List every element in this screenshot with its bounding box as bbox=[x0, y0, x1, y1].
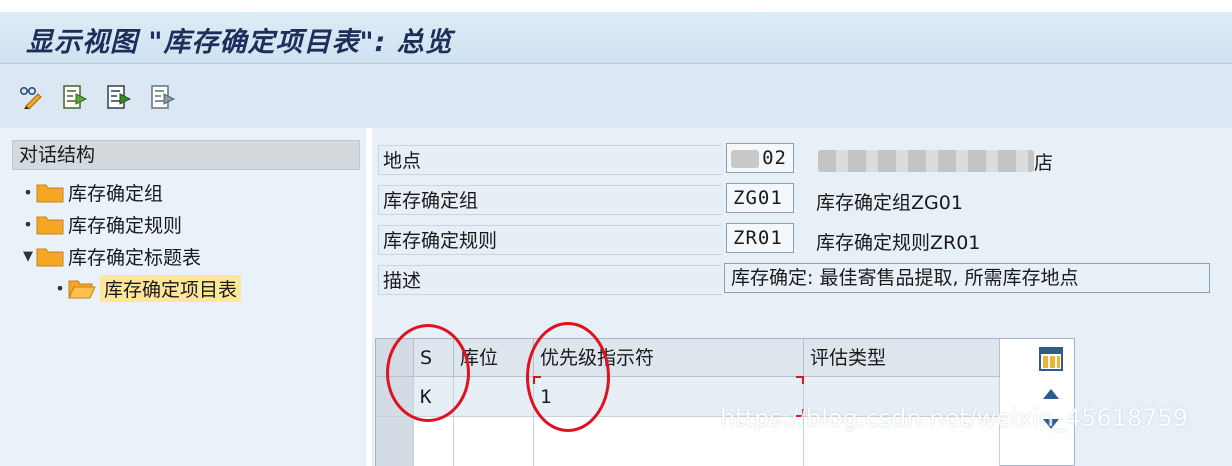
folder-icon bbox=[36, 184, 64, 203]
bullet-icon: • bbox=[23, 182, 33, 202]
watermark-text: https://blog.csdn.net/weixin_45618759 bbox=[720, 404, 1189, 432]
export-dark-icon[interactable] bbox=[106, 84, 132, 110]
stock-rule-label: 库存确定规则 bbox=[378, 225, 722, 255]
tree-item-label: 库存确定标题表 bbox=[68, 246, 202, 269]
focus-corner-icon bbox=[796, 376, 804, 384]
dialog-structure-pane: 对话结构 • 库存确定组 • 库存确定规则 ▼ 库存确定标题表 • 库存确定项目… bbox=[0, 128, 366, 466]
bullet-icon: • bbox=[23, 214, 33, 234]
redacted-block bbox=[818, 150, 1034, 172]
scroll-up-icon[interactable] bbox=[1042, 388, 1060, 400]
item-table: S 库位 优先级指示符 评估类型 K 1 bbox=[375, 338, 1075, 466]
description-label: 描述 bbox=[378, 265, 722, 295]
open-folder-icon bbox=[68, 280, 96, 299]
location-name-text: 店 bbox=[1034, 152, 1054, 174]
folder-icon bbox=[36, 248, 64, 267]
stock-group-label: 库存确定组 bbox=[378, 185, 722, 215]
tree-item-label: 库存确定项目表 bbox=[100, 274, 242, 302]
column-header-valuation-type[interactable]: 评估类型 bbox=[804, 339, 1000, 377]
empty-cell[interactable] bbox=[454, 417, 534, 466]
tree-item-stock-group[interactable]: • 库存确定组 bbox=[20, 178, 163, 206]
stock-rule-text: 库存确定规则ZR01 bbox=[816, 232, 981, 254]
column-settings-icon[interactable] bbox=[1038, 346, 1064, 372]
title-bar: 显示视图 "库存确定项目表": 总览 bbox=[0, 12, 1232, 64]
bullet-icon: • bbox=[55, 278, 65, 298]
stock-rule-input[interactable]: ZR01 bbox=[726, 223, 794, 253]
annotation-circle bbox=[386, 324, 470, 422]
tree-header: 对话结构 bbox=[12, 140, 360, 170]
tree-item-label: 库存确定组 bbox=[68, 182, 164, 205]
toolbar bbox=[0, 64, 1232, 128]
location-label: 地点 bbox=[378, 145, 722, 175]
stock-group-text: 库存确定组ZG01 bbox=[816, 192, 963, 214]
table-controls bbox=[1030, 338, 1070, 466]
export-light-icon[interactable] bbox=[150, 84, 176, 110]
description-field: 库存确定: 最佳寄售品提取, 所需库存地点 bbox=[724, 263, 1210, 293]
stock-group-input[interactable]: ZG01 bbox=[726, 183, 794, 213]
folder-icon bbox=[36, 216, 64, 235]
redacted-block bbox=[731, 150, 759, 168]
tree-item-stock-header-table[interactable]: ▼ 库存确定标题表 bbox=[20, 242, 201, 270]
glasses-pencil-icon[interactable] bbox=[18, 84, 44, 110]
empty-cell[interactable] bbox=[414, 417, 454, 466]
row-selector[interactable] bbox=[376, 417, 414, 466]
tree-item-stock-item-table[interactable]: • 库存确定项目表 bbox=[52, 274, 242, 302]
location-input[interactable]: 02 bbox=[726, 143, 794, 173]
tree-item-stock-rule[interactable]: • 库存确定规则 bbox=[20, 210, 182, 238]
annotation-circle bbox=[526, 322, 610, 432]
export-icon[interactable] bbox=[62, 84, 88, 110]
expand-triangle-icon[interactable]: ▼ bbox=[20, 249, 36, 264]
tree-item-label: 库存确定规则 bbox=[68, 214, 183, 237]
window-title: 显示视图 "库存确定项目表": 总览 bbox=[26, 27, 453, 58]
